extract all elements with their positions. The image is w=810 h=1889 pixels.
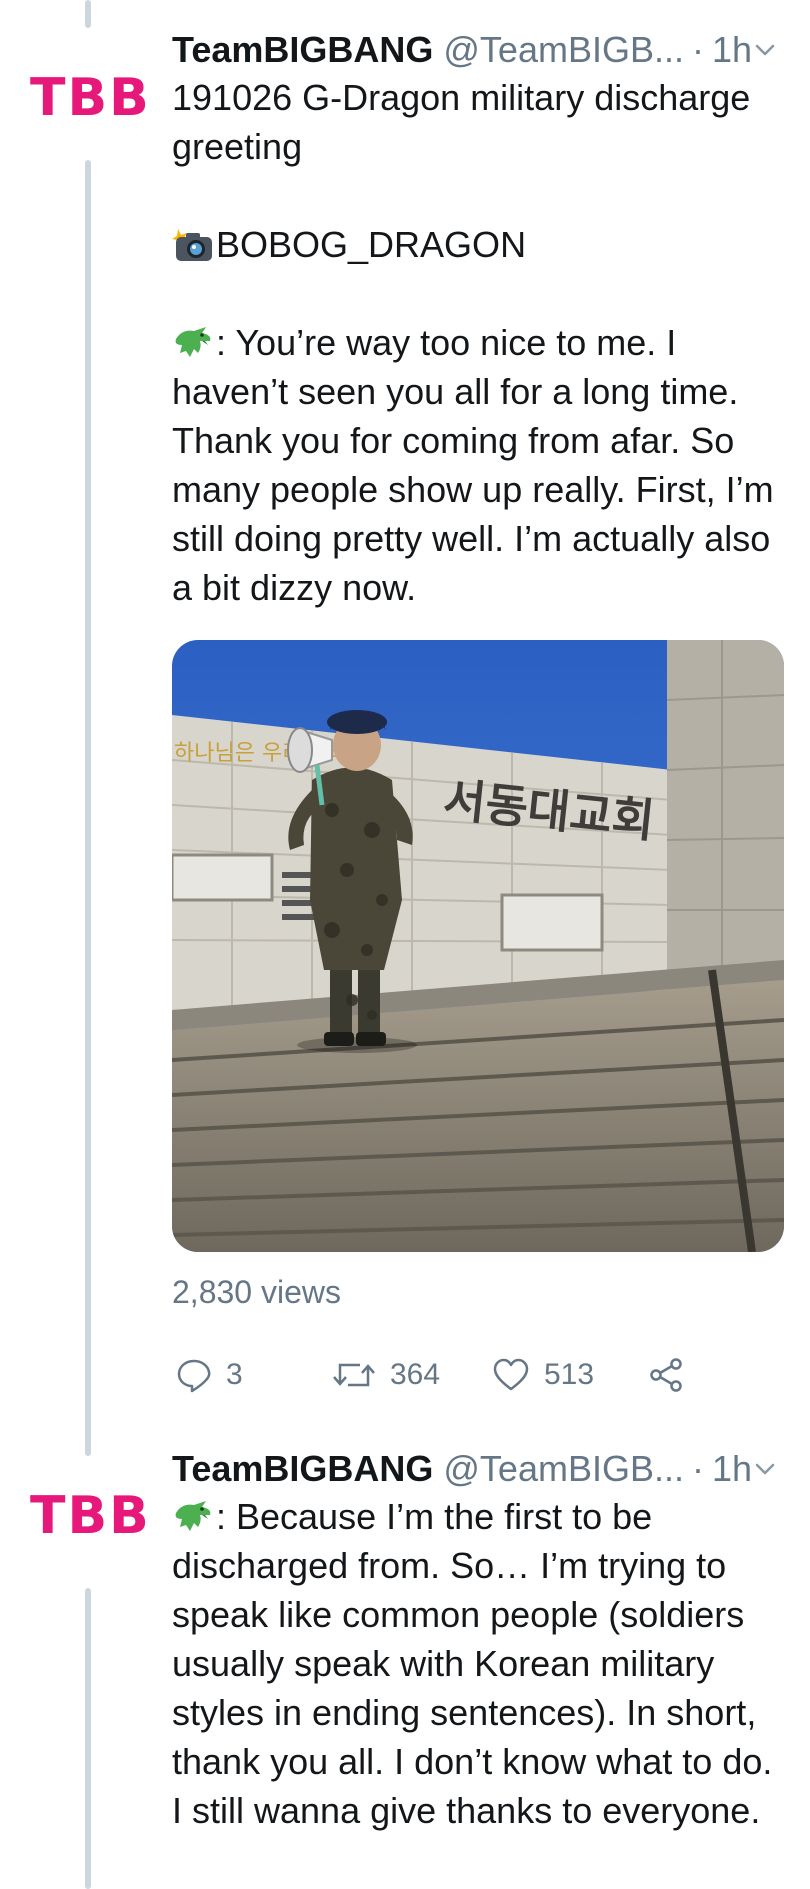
- video-thumbnail[interactable]: 서동대교회 하나님은 우리 나라를: [172, 640, 784, 1252]
- avatar[interactable]: TBB: [30, 1486, 150, 1546]
- view-count: 2,830 views: [172, 1274, 341, 1310]
- avatar[interactable]: TBB: [30, 68, 150, 128]
- author-handle[interactable]: @TeamBIGB...: [443, 1444, 684, 1494]
- tweet-actions: 3 364 513: [172, 1350, 784, 1400]
- timestamp[interactable]: 1h: [712, 25, 752, 75]
- share-button[interactable]: [648, 1350, 700, 1400]
- tweet-header: TeamBIGBANG @TeamBIGB... · 1h: [172, 1444, 786, 1494]
- retweet-icon: [333, 1363, 375, 1387]
- tweet-text: 191026 G-Dragon military discharge greet…: [172, 73, 786, 612]
- video-image: 서동대교회 하나님은 우리 나라를: [172, 640, 784, 1252]
- retweet-button[interactable]: 364: [332, 1350, 440, 1400]
- tweet-text-line: 191026 G-Dragon military discharge greet…: [172, 77, 751, 167]
- reply-button[interactable]: 3: [176, 1350, 243, 1400]
- tweet-text-line: : Because I’m the first to be discharged…: [172, 1492, 786, 1835]
- share-icon: [650, 1358, 682, 1392]
- like-button[interactable]: 513: [492, 1350, 594, 1400]
- tweet[interactable]: TBB TeamBIGBANG @TeamBIGB... · 1h 191026…: [0, 0, 810, 1440]
- separator-dot: ·: [691, 29, 704, 70]
- tweet-header: TeamBIGBANG @TeamBIGB... · 1h: [172, 25, 786, 75]
- author-name[interactable]: TeamBIGBANG: [172, 25, 433, 75]
- author-handle[interactable]: @TeamBIGB...: [443, 25, 684, 75]
- author-name[interactable]: TeamBIGBANG: [172, 1444, 433, 1494]
- tweet-text-line: BOBOG_DRAGON: [172, 220, 786, 269]
- photo-credit: BOBOG_DRAGON: [216, 224, 527, 265]
- reply-count: 3: [226, 1358, 243, 1391]
- tweet-text: : Because I’m the first to be discharged…: [172, 1492, 786, 1835]
- dragon-icon: [175, 327, 211, 357]
- quote-text: : You’re way too nice to me. I haven’t s…: [172, 322, 774, 608]
- quote-text: : Because I’m the first to be discharged…: [172, 1496, 773, 1831]
- heart-icon: [493, 1358, 529, 1391]
- tweet[interactable]: TBB TeamBIGBANG @TeamBIGB... · 1h : Beca…: [0, 1440, 810, 1889]
- tweet-text-line: : You’re way too nice to me. I haven’t s…: [172, 318, 786, 612]
- retweet-count: 364: [390, 1358, 441, 1391]
- dragon-icon: [175, 1501, 211, 1531]
- chevron-down-icon[interactable]: [752, 37, 778, 63]
- reply-icon: [177, 1359, 211, 1393]
- separator-dot: ·: [691, 1448, 704, 1489]
- like-count: 513: [544, 1358, 595, 1391]
- chevron-down-icon[interactable]: [752, 1456, 778, 1482]
- timestamp[interactable]: 1h: [712, 1444, 752, 1494]
- camera-flash-icon: [172, 229, 212, 261]
